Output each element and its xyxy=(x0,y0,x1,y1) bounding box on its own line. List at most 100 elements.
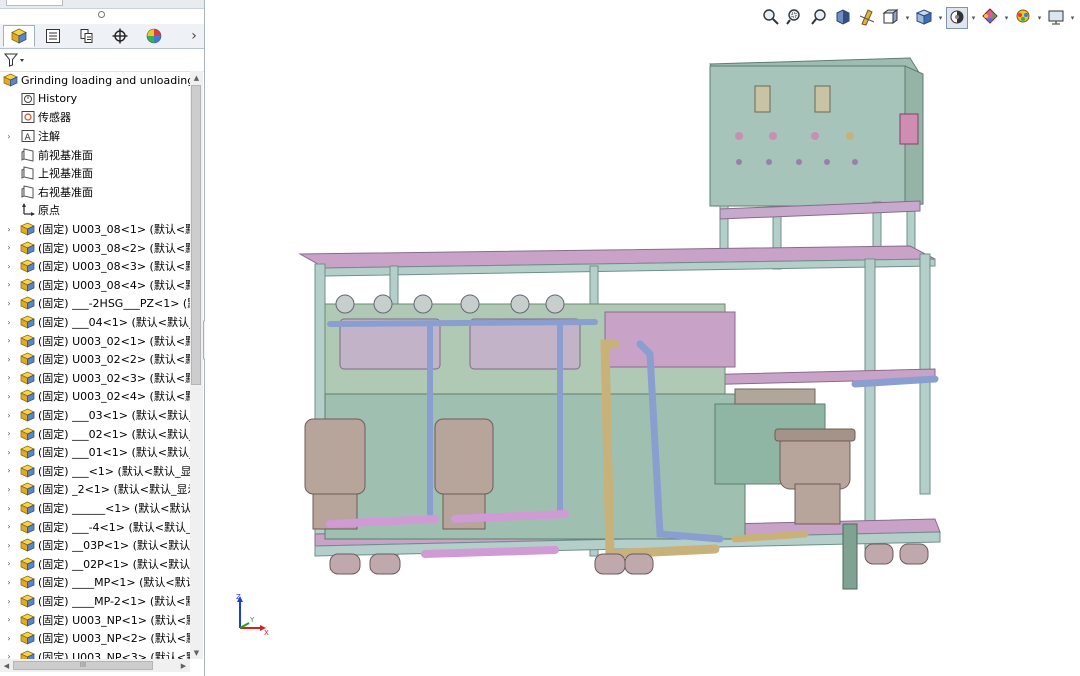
component-icon xyxy=(20,278,35,292)
scroll-down-icon[interactable]: ▼ xyxy=(190,646,203,659)
dropdown-caret-icon[interactable]: ▾ xyxy=(970,14,977,22)
configuration-manager-tab[interactable] xyxy=(71,25,103,47)
scroll-left-icon[interactable]: ◀ xyxy=(0,659,13,672)
filter-button[interactable] xyxy=(4,52,28,68)
zoom-to-fit-button[interactable] xyxy=(760,7,782,29)
scroll-up-icon[interactable]: ▲ xyxy=(190,71,203,84)
tree-item[interactable]: 前视基准面 xyxy=(0,145,190,164)
scene-icon xyxy=(1014,8,1032,29)
tree-item[interactable]: History xyxy=(0,90,190,109)
vertical-scroll-thumb[interactable] xyxy=(191,85,201,385)
tree-item[interactable]: › (固定) ____MP-2<1> (默认<默认 xyxy=(0,592,190,611)
expand-chevron-icon[interactable]: › xyxy=(4,597,14,606)
tree-item[interactable]: › (固定) U003_02<3> (默认<默认 xyxy=(0,369,190,388)
tree-item[interactable]: › (固定) __02P<1> (默认<默认_显 xyxy=(0,555,190,574)
tree-item[interactable]: › (固定) ___03<1> (默认<默认_显 xyxy=(0,406,190,425)
tree-item[interactable]: › (固定) U003_NP<3> (默认<默认 xyxy=(0,648,190,659)
display-manager-tab[interactable] xyxy=(138,25,170,47)
graphics-area[interactable]: ▾ ▾ ▾ ▾ ▾ ▾ Z X Y xyxy=(205,0,1080,676)
tree-item[interactable]: › (固定) U003_02<2> (默认<默认 xyxy=(0,350,190,369)
tree-horizontal-scrollbar[interactable]: ◀ III ▶ xyxy=(0,659,190,672)
expand-chevron-icon[interactable]: › xyxy=(4,336,14,345)
expand-chevron-icon[interactable]: › xyxy=(4,504,14,513)
zoom-to-area-button[interactable] xyxy=(784,7,806,29)
component-icon xyxy=(20,296,35,311)
heads-up-view-toolbar: ▾ ▾ ▾ ▾ ▾ ▾ xyxy=(760,6,1076,30)
tree-item-label: (固定) ____MP<1> (默认<默认_ xyxy=(38,576,190,590)
dropdown-caret-icon[interactable]: ▾ xyxy=(1036,14,1043,22)
expand-chevron-icon[interactable]: › xyxy=(4,559,14,568)
property-manager-tab[interactable] xyxy=(37,25,69,47)
dropdown-caret-icon[interactable]: ▾ xyxy=(1069,14,1076,22)
expand-chevron-icon[interactable]: › xyxy=(4,578,14,587)
expand-chevron-icon[interactable]: › xyxy=(4,615,14,624)
tree-item[interactable]: › (固定) U003_NP<2> (默认<默认 xyxy=(0,629,190,648)
display-style-button[interactable] xyxy=(913,7,935,29)
feature-manager-tab[interactable] xyxy=(3,25,35,47)
expand-chevron-icon[interactable]: › xyxy=(4,132,14,141)
horizontal-scroll-thumb[interactable]: III xyxy=(13,661,153,670)
expand-chevron-icon[interactable]: › xyxy=(4,392,14,401)
tree-item[interactable]: 上视基准面 xyxy=(0,164,190,183)
panel-grip-icon[interactable] xyxy=(98,11,105,18)
expand-chevron-icon[interactable]: › xyxy=(4,485,14,494)
tree-item[interactable]: › (固定) ___<1> (默认<默认_显示 xyxy=(0,462,190,481)
tree-item[interactable]: › (固定) ___01<1> (默认<默认_显 xyxy=(0,443,190,462)
tree-item[interactable]: › (固定) U003_08<2> (默认<默认 xyxy=(0,238,190,257)
component-icon xyxy=(20,650,35,659)
grinding-machine-assembly-model[interactable] xyxy=(295,54,945,599)
panel-top-bar xyxy=(0,0,204,9)
expand-chevron-icon[interactable]: › xyxy=(4,652,14,659)
tree-item[interactable]: › (固定) ____MP<1> (默认<默认_ xyxy=(0,573,190,592)
view-orientation-button[interactable] xyxy=(880,7,902,29)
tree-item[interactable]: › (固定) U003_NP<1> (默认<默认 xyxy=(0,610,190,629)
tree-item[interactable]: › (固定) ___-4<1> (默认<默认_显示 xyxy=(0,517,190,536)
expand-chevron-icon[interactable]: › xyxy=(4,299,14,308)
more-tabs-button[interactable]: › xyxy=(186,27,202,45)
dropdown-caret-icon[interactable]: ▾ xyxy=(904,14,911,22)
tree-vertical-scrollbar[interactable]: ▲ ▼ xyxy=(190,71,203,659)
expand-chevron-icon[interactable]: › xyxy=(4,280,14,289)
dropdown-caret-icon[interactable]: ▾ xyxy=(937,14,944,22)
apply-scene-button[interactable] xyxy=(1012,7,1034,29)
tree-item[interactable]: › (固定) __03P<1> (默认<默认_显 xyxy=(0,536,190,555)
expand-chevron-icon[interactable]: › xyxy=(4,429,14,438)
tree-item[interactable]: › A 注解 xyxy=(0,127,190,146)
tree-item[interactable]: › (固定) ___04<1> (默认<默认_显 xyxy=(0,313,190,332)
expand-chevron-icon[interactable]: › xyxy=(4,411,14,420)
hide-show-items-button[interactable] xyxy=(946,7,968,29)
tree-item[interactable]: 原点 xyxy=(0,201,190,220)
tree-item[interactable]: › (固定) U003_08<4> (默认<默认 xyxy=(0,276,190,295)
expand-chevron-icon[interactable]: › xyxy=(4,634,14,643)
tree-item[interactable]: › (固定) ______<1> (默认<默认_显 xyxy=(0,499,190,518)
expand-chevron-icon[interactable]: › xyxy=(4,262,14,271)
expand-chevron-icon[interactable]: › xyxy=(4,466,14,475)
tree-item[interactable]: Grinding loading and unloading e xyxy=(0,71,190,90)
section-view-button[interactable] xyxy=(832,7,854,29)
dynamic-annotation-button[interactable] xyxy=(856,7,878,29)
expand-chevron-icon[interactable]: › xyxy=(4,448,14,457)
expand-chevron-icon[interactable]: › xyxy=(4,541,14,550)
scroll-right-icon[interactable]: ▶ xyxy=(177,659,190,672)
tree-item[interactable]: › (固定) ___02<1> (默认<默认_显 xyxy=(0,424,190,443)
previous-view-button[interactable] xyxy=(808,7,830,29)
expand-chevron-icon[interactable]: › xyxy=(4,318,14,327)
expand-chevron-icon[interactable]: › xyxy=(4,373,14,382)
tree-item[interactable]: 右视基准面 xyxy=(0,183,190,202)
component-icon xyxy=(20,482,35,497)
view-settings-button[interactable] xyxy=(1045,7,1067,29)
tree-item[interactable]: › (固定) U003_02<4> (默认<默认 xyxy=(0,387,190,406)
tree-item[interactable]: › (固定) U003_08<1> (默认<默认 xyxy=(0,220,190,239)
expand-chevron-icon[interactable]: › xyxy=(4,225,14,234)
tree-item[interactable]: › (固定) U003_08<3> (默认<默认 xyxy=(0,257,190,276)
expand-chevron-icon[interactable]: › xyxy=(4,243,14,252)
tree-item[interactable]: › (固定) U003_02<1> (默认<默认 xyxy=(0,331,190,350)
dimxpert-manager-tab[interactable] xyxy=(104,25,136,47)
edit-appearance-button[interactable] xyxy=(979,7,1001,29)
tree-item[interactable]: › (固定) _2<1> (默认<默认_显示 xyxy=(0,480,190,499)
expand-chevron-icon[interactable]: › xyxy=(4,522,14,531)
dropdown-caret-icon[interactable]: ▾ xyxy=(1003,14,1010,22)
tree-item[interactable]: 传感器 xyxy=(0,108,190,127)
tree-item[interactable]: › (固定) ___-2HSG___PZ<1> (默认 xyxy=(0,294,190,313)
expand-chevron-icon[interactable]: › xyxy=(4,355,14,364)
